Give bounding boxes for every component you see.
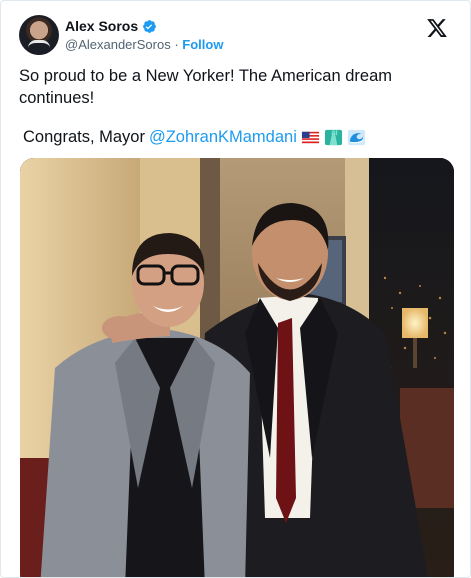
avatar[interactable] <box>19 15 59 55</box>
separator-dot: · <box>174 37 179 52</box>
wave-emoji <box>347 128 366 147</box>
statue-of-liberty-emoji <box>324 128 343 147</box>
follow-button[interactable]: Follow <box>182 37 223 52</box>
tweet-congrats-line: Congrats, Mayor @ZohranKMamdani <box>23 126 448 148</box>
author-handle[interactable]: @AlexanderSoros <box>65 37 171 52</box>
tweet-photo[interactable] <box>20 158 454 577</box>
author-display-name[interactable]: Alex Soros <box>65 18 138 34</box>
tweet-card: Alex Soros @AlexanderSoros · Follow So p… <box>0 0 471 578</box>
author-name-row: Alex Soros <box>65 18 157 34</box>
tweet-header: Alex Soros @AlexanderSoros · Follow <box>19 15 454 55</box>
verified-badge-icon <box>142 19 157 34</box>
author-handle-row: @AlexanderSoros · Follow <box>65 37 223 52</box>
mention-link[interactable]: @ZohranKMamdani <box>149 126 297 148</box>
x-logo-icon[interactable] <box>426 17 448 39</box>
congrats-text: Congrats, Mayor <box>23 128 145 146</box>
us-flag-emoji <box>301 128 320 147</box>
tweet-body-text: So proud to be a New Yorker! The America… <box>19 67 392 107</box>
